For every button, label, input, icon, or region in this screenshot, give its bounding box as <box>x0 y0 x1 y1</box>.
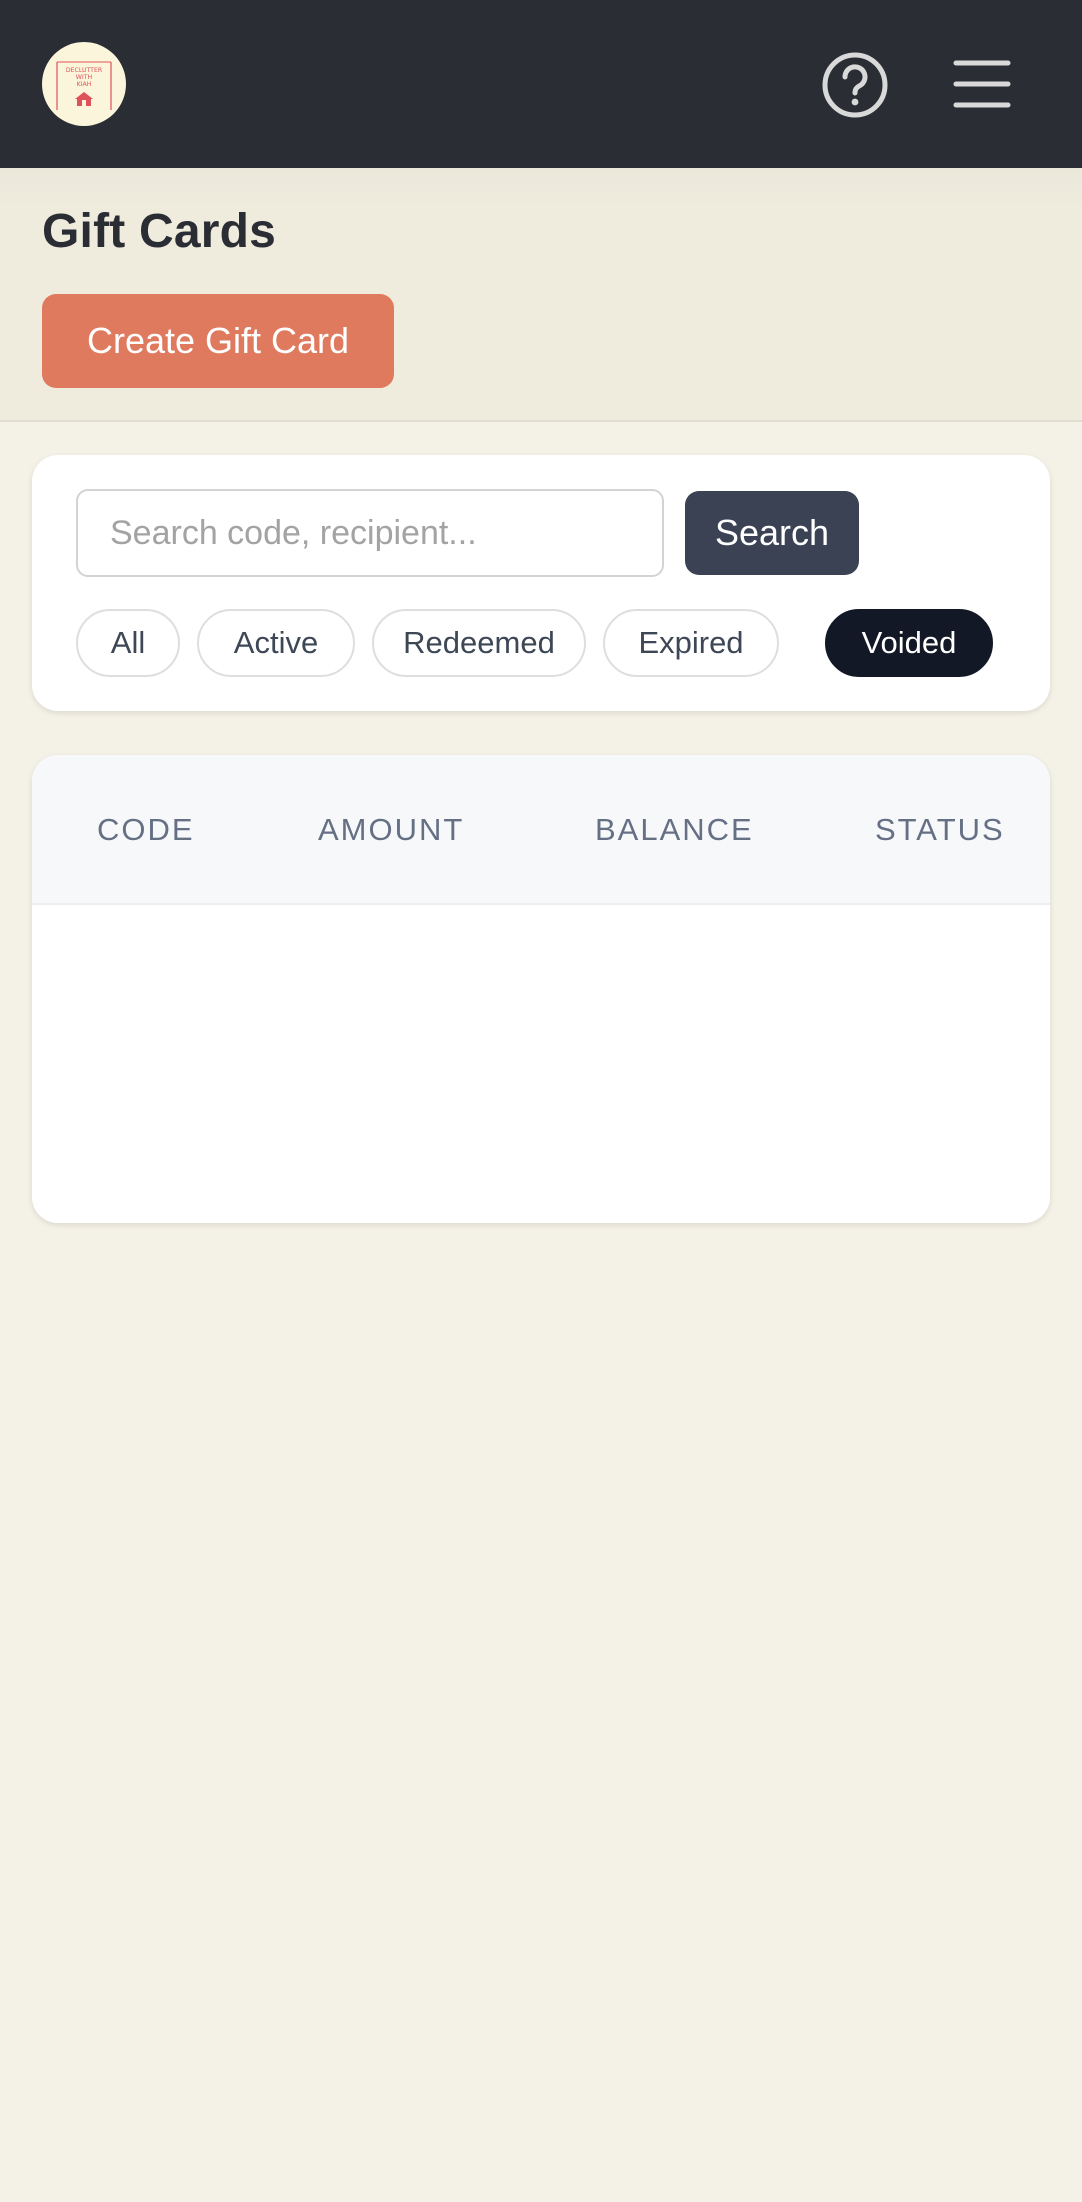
brand-logo-icon: DECLUTTERWITHKIAH <box>56 61 112 110</box>
hamburger-menu-icon <box>953 60 1011 108</box>
question-circle-icon <box>822 52 888 118</box>
menu-button[interactable] <box>950 56 1014 112</box>
table-header: CODE AMOUNT BALANCE STATUS <box>32 755 1050 905</box>
filter-chip-all[interactable]: All <box>76 609 180 677</box>
search-input[interactable] <box>76 489 664 577</box>
page-header: Gift Cards Create Gift Card <box>0 168 1082 422</box>
create-gift-card-button[interactable]: Create Gift Card <box>42 294 394 388</box>
gift-cards-table: CODE AMOUNT BALANCE STATUS <box>32 755 1050 1223</box>
help-button[interactable] <box>820 50 890 120</box>
top-navigation-bar: DECLUTTER WITH KIAH <box>0 0 1082 168</box>
filter-chip-redeemed[interactable]: Redeemed <box>372 609 586 677</box>
logo-text: DECLUTTER <box>66 67 103 74</box>
filter-chip-expired[interactable]: Expired <box>603 609 779 677</box>
logo-text: WITH <box>76 74 93 81</box>
column-header-balance[interactable]: BALANCE <box>595 755 754 905</box>
column-header-amount[interactable]: AMOUNT <box>318 755 464 905</box>
brand-logo[interactable]: DECLUTTER WITH KIAH <box>42 42 126 126</box>
filter-panel: Search All Active Redeemed Expired Voide… <box>32 455 1050 711</box>
page-title: Gift Cards <box>42 205 277 258</box>
search-button[interactable]: Search <box>685 491 859 575</box>
column-header-code[interactable]: CODE <box>97 755 195 905</box>
house-icon <box>75 92 93 106</box>
table-body <box>32 907 1050 1223</box>
filter-chip-active[interactable]: Active <box>197 609 355 677</box>
filter-chip-voided[interactable]: Voided <box>825 609 993 677</box>
column-header-status[interactable]: STATUS <box>875 755 1005 905</box>
logo-text: KIAH <box>77 81 92 88</box>
